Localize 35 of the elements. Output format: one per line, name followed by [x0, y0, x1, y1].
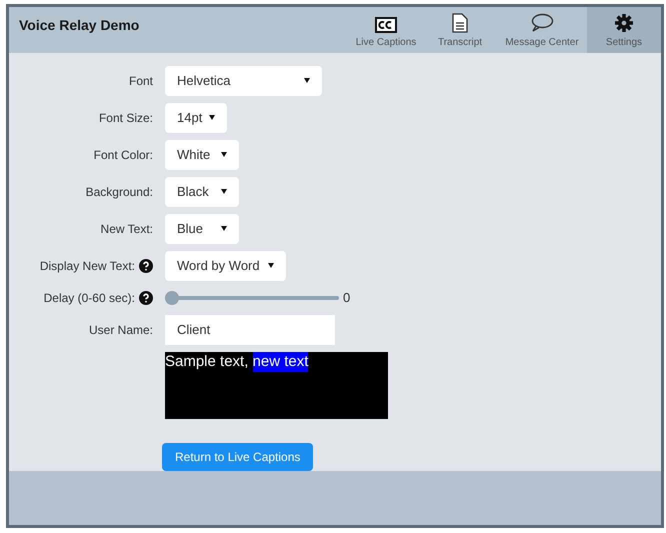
help-icon[interactable] [139, 290, 153, 305]
dropdown[interactable]: Blue [165, 214, 239, 244]
user-name-field[interactable]: Client [165, 314, 335, 345]
caret-icon [221, 152, 227, 158]
dropdown[interactable]: White [165, 140, 239, 170]
caret-icon [221, 189, 227, 194]
nav-tab[interactable]: Transcript [423, 7, 497, 53]
setting-label: Delay (0-60 sec): [44, 290, 135, 307]
caret-icon [304, 78, 310, 84]
caret-icon [209, 115, 215, 120]
nav-tab[interactable]: Live Captions [349, 7, 423, 53]
dropdown[interactable]: Word by Word [165, 250, 286, 281]
setting-label: Font [128, 72, 153, 90]
help-icon[interactable] [139, 258, 153, 273]
setting-label: User Name: [88, 322, 153, 339]
caret-icon [221, 226, 227, 232]
nav-tab[interactable]: Message Center [497, 7, 587, 53]
setting-label: Font Size: [98, 110, 153, 127]
setting-label: Display New Text: [40, 258, 135, 275]
closed-captions-icon [375, 16, 397, 33]
setting-label: Background: [86, 184, 153, 201]
slider-thumb[interactable] [165, 290, 179, 305]
dropdown[interactable]: 14pt [165, 102, 227, 133]
settings-icon [614, 12, 634, 33]
dropdown[interactable]: Helvetica [165, 66, 322, 96]
sample-text: Sample text, [165, 352, 248, 370]
slider-value: 0 [343, 288, 350, 307]
caret-icon [268, 263, 274, 268]
setting-label: Font Color: [94, 146, 153, 164]
dropdown[interactable]: Black [165, 176, 239, 207]
setting-label: New Text: [100, 220, 153, 238]
speech-bubble-icon [530, 12, 554, 33]
slider[interactable] [165, 290, 339, 305]
document-icon [452, 12, 468, 33]
window-title: Voice Relay Demo [18, 16, 140, 35]
